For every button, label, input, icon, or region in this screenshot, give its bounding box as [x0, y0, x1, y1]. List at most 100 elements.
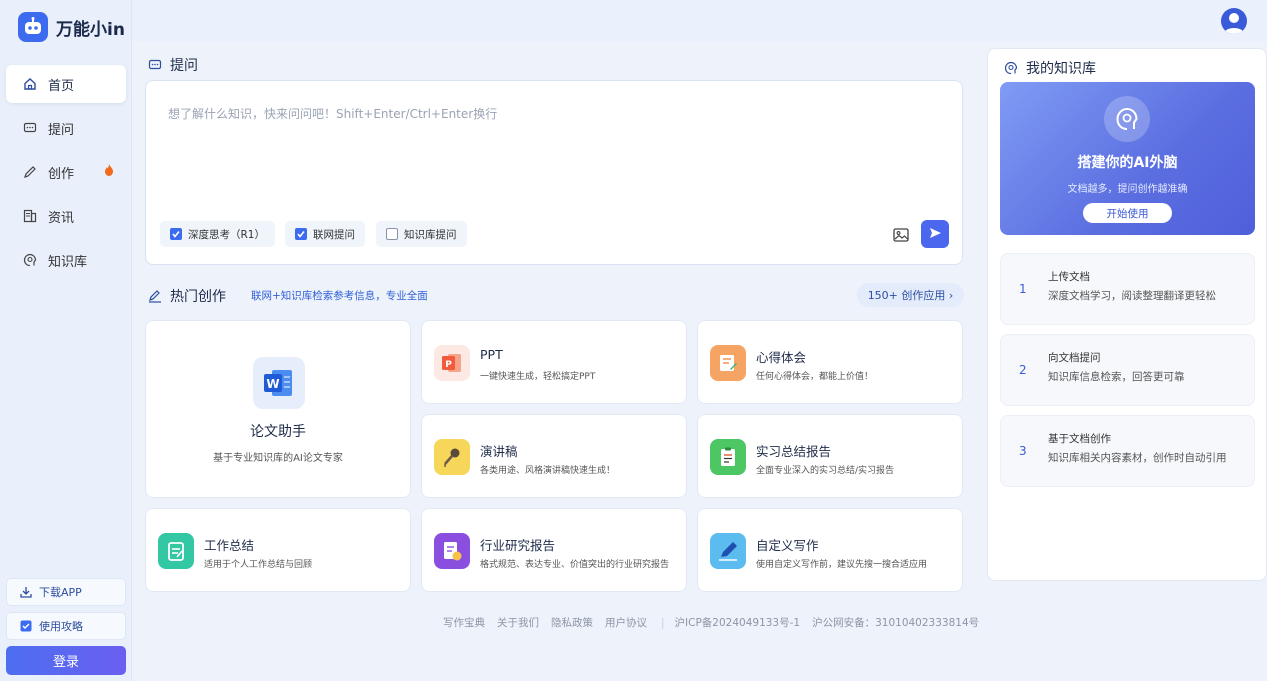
app-name: 万能小in — [56, 19, 125, 40]
web-search-toggle[interactable]: 联网提问 — [285, 221, 365, 247]
hot-section-title: 热门创作 — [148, 286, 226, 306]
knowledge-banner: 搭建你的AI外脑 文档越多，提问创作越准确 开始使用 — [1000, 82, 1255, 235]
featured-card-thesis[interactable]: W 论文助手 基于专业知识库的AI论文专家 — [145, 320, 411, 498]
step-number: 3 — [1019, 444, 1027, 458]
card-title: 工作总结 — [204, 538, 255, 553]
svg-text:P: P — [445, 360, 452, 370]
question-box: 深度思考（R1） 联网提问 知识库提问 — [145, 80, 963, 265]
question-input[interactable] — [168, 105, 928, 195]
knowledge-title: 我的知识库 — [1026, 61, 1096, 77]
robot-icon — [18, 12, 48, 42]
step-desc: 深度文档学习，阅读整理翻译更轻松 — [1048, 290, 1216, 302]
footer-link-about[interactable]: 关于我们 — [497, 615, 539, 630]
report-icon — [434, 533, 470, 569]
sidebar-nav: 首页 提问 创作 资讯 知识库 — [6, 65, 126, 285]
word-icon: W — [253, 357, 305, 409]
footer-police[interactable]: 沪公网安备：31010402333814号 — [812, 615, 979, 630]
image-upload-icon[interactable] — [892, 226, 910, 244]
pencil-icon — [148, 289, 162, 303]
card-title: PPT — [480, 347, 503, 362]
clipboard-icon — [710, 439, 746, 475]
chat-icon — [148, 58, 162, 72]
step-title: 基于文档创作 — [1048, 433, 1111, 445]
card-desc: 各类用途、风格演讲稿快速生成！ — [480, 466, 616, 476]
send-icon — [928, 226, 942, 243]
checklist-icon — [158, 533, 194, 569]
card-title: 自定义写作 — [756, 538, 819, 553]
start-using-button[interactable]: 开始使用 — [1083, 203, 1172, 223]
card-title: 实习总结报告 — [756, 444, 832, 459]
card-desc: 任何心得体会，都能上价值！ — [756, 372, 874, 382]
knowledge-panel: 我的知识库 搭建你的AI外脑 文档越多，提问创作越准确 开始使用 1 上传文档 … — [987, 48, 1267, 581]
card-title: 行业研究报告 — [480, 538, 556, 553]
notes-icon — [710, 345, 746, 381]
sidebar-item-news[interactable]: 资讯 — [6, 197, 126, 235]
user-guide-button[interactable]: 使用攻略 — [6, 612, 126, 640]
card-reflection[interactable]: 心得体会 任何心得体会，都能上价值！ — [697, 320, 963, 404]
login-button[interactable]: 登录 — [6, 646, 126, 675]
footer: 写作宝典 关于我们 隐私政策 用户协议 | 沪ICP备2024049133号-1… — [443, 615, 991, 630]
hot-title: 热门创作 — [170, 289, 226, 305]
sidebar-item-label: 创作 — [48, 166, 75, 182]
logo[interactable]: 万能小in — [18, 11, 125, 43]
ask-title: 提问 — [170, 58, 198, 74]
footer-link-terms[interactable]: 用户协议 — [605, 615, 647, 630]
download-app-button[interactable]: 下载APP — [6, 578, 126, 606]
svg-text:W: W — [266, 377, 279, 391]
sidebar-item-label: 首页 — [48, 78, 75, 94]
sidebar-item-home[interactable]: 首页 — [6, 65, 126, 103]
web-search-label: 联网提问 — [313, 228, 355, 241]
sidebar-item-ask[interactable]: 提问 — [6, 109, 126, 147]
footer-icp[interactable]: 沪ICP备2024049133号-1 — [675, 615, 801, 630]
brain-icon — [1104, 96, 1150, 142]
sidebar-item-label: 资讯 — [48, 210, 75, 226]
user-guide-label: 使用攻略 — [39, 620, 83, 633]
download-icon — [19, 585, 33, 599]
deep-think-toggle[interactable]: 深度思考（R1） — [160, 221, 275, 247]
banner-subtitle: 文档越多，提问创作越准确 — [1067, 184, 1188, 195]
banner-title: 搭建你的AI外脑 — [1077, 155, 1178, 171]
more-apps-button[interactable]: 150+ 创作应用 › — [857, 283, 964, 307]
card-internship-report[interactable]: 实习总结报告 全面专业深入的实习总结/实习报告 — [697, 414, 963, 498]
step-desc: 知识库相关内容素材，创作时自动引用 — [1048, 452, 1227, 464]
sidebar-item-create[interactable]: 创作 — [6, 153, 126, 191]
footer-divider: | — [661, 616, 665, 629]
step-number: 2 — [1019, 363, 1027, 377]
card-desc: 基于专业知识库的AI论文专家 — [213, 453, 343, 464]
flame-icon — [104, 164, 114, 180]
card-ppt[interactable]: P PPT 一键快速生成，轻松搞定PPT — [421, 320, 687, 404]
footer-link-writing-guide[interactable]: 写作宝典 — [443, 615, 485, 630]
card-desc: 一键快速生成，轻松搞定PPT — [480, 372, 596, 382]
sidebar-item-knowledge[interactable]: 知识库 — [6, 241, 126, 279]
deep-think-label: 深度思考（R1） — [188, 228, 265, 241]
download-app-label: 下载APP — [39, 586, 82, 599]
checkbox-checked-icon — [295, 228, 307, 240]
sidebar-item-label: 提问 — [48, 122, 75, 138]
step-create-from-doc[interactable]: 3 基于文档创作 知识库相关内容素材，创作时自动引用 — [1000, 415, 1255, 487]
card-desc: 格式规范、表达专业、价值突出的行业研究报告 — [480, 560, 670, 570]
news-icon — [22, 208, 38, 224]
card-work-summary[interactable]: 工作总结 适用于个人工作总结与回顾 — [145, 508, 411, 592]
card-desc: 适用于个人工作总结与回顾 — [204, 560, 313, 570]
avatar[interactable] — [1221, 8, 1247, 34]
ask-section-title: 提问 — [148, 55, 198, 75]
knowledge-search-toggle[interactable]: 知识库提问 — [376, 221, 467, 247]
sidebar: 万能小in 首页 提问 创作 资讯 知识库 下载APP 使用攻略 登录 — [0, 0, 132, 681]
step-ask-doc[interactable]: 2 向文档提问 知识库信息检索，回答更可靠 — [1000, 334, 1255, 406]
card-industry-report[interactable]: 行业研究报告 格式规范、表达专业、价值突出的行业研究报告 — [421, 508, 687, 592]
send-button[interactable] — [921, 220, 949, 248]
card-title: 心得体会 — [756, 350, 807, 365]
guide-icon — [19, 619, 33, 633]
step-number: 1 — [1019, 282, 1027, 296]
footer-link-privacy[interactable]: 隐私政策 — [551, 615, 593, 630]
card-speech[interactable]: 演讲稿 各类用途、风格演讲稿快速生成！ — [421, 414, 687, 498]
step-upload[interactable]: 1 上传文档 深度文档学习，阅读整理翻译更轻松 — [1000, 253, 1255, 325]
chat-icon — [22, 120, 38, 136]
hot-subtitle: 联网+知识库检索参考信息，专业全面 — [251, 290, 428, 302]
checkbox-unchecked-icon — [386, 228, 398, 240]
card-custom-writing[interactable]: 自定义写作 使用自定义写作前，建议先搜一搜合适应用 — [697, 508, 963, 592]
card-title: 演讲稿 — [480, 444, 518, 459]
card-title: 论文助手 — [250, 424, 306, 440]
home-icon — [22, 76, 38, 92]
checkbox-checked-icon — [170, 228, 182, 240]
